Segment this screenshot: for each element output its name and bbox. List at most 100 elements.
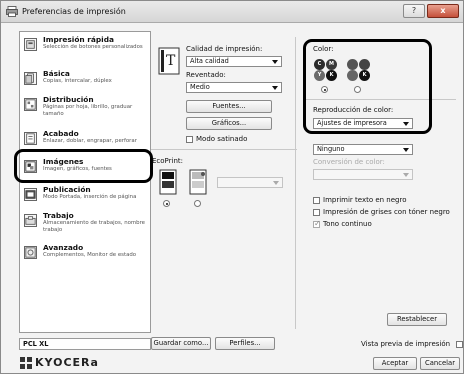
advanced-icon (24, 246, 37, 259)
title-bar: Preferencias de impresión ? x (1, 1, 463, 23)
sidebar-item-finishing[interactable]: Acabado Enlazar, doblar, engrapar, perfo… (20, 128, 150, 156)
mono-circle-3-icon (347, 70, 358, 81)
sidebar-item-title: Distribución (43, 95, 94, 104)
reproduction-value: Ajustes de impresora (317, 119, 387, 127)
mono-radio[interactable] (354, 86, 361, 93)
reset-button[interactable]: Restablecer (387, 313, 447, 326)
chevron-down-icon (403, 122, 409, 126)
sidebar-item-title: Impresión rápida (43, 35, 114, 44)
close-button[interactable]: x (427, 4, 459, 18)
yellow-circle-icon: Y (314, 70, 325, 81)
help-button[interactable]: ? (403, 4, 425, 18)
black-circle-icon: K (326, 70, 337, 81)
window-title: Preferencias de impresión (22, 7, 126, 16)
conversion-label: Conversión de color: (313, 158, 385, 166)
sidebar-item-desc: Almacenamiento de trabajos, nombre traba… (43, 220, 145, 233)
gray-toner-checkbox[interactable] (313, 209, 320, 216)
sidebar-item-layout[interactable]: Distribución Páginas por hoja, librillo,… (20, 94, 150, 122)
finishing-icon (24, 132, 37, 145)
sidebar-item-job[interactable]: Trabajo Almacenamiento de trabajos, nomb… (20, 210, 150, 238)
mono-circle-2-icon (359, 59, 370, 70)
basic-icon (24, 72, 37, 85)
save-as-button[interactable]: Guardar como... (151, 337, 211, 350)
svg-text:T: T (166, 53, 176, 69)
accept-button[interactable]: Aceptar (373, 357, 417, 370)
column-divider (295, 37, 296, 329)
color-radio[interactable] (321, 86, 328, 93)
pdl-indicator: PCL XL (19, 338, 151, 350)
none-select[interactable]: Ninguno (313, 144, 413, 155)
cyan-circle-icon: C (314, 59, 325, 70)
sidebar-item-title: Básica (43, 69, 70, 78)
sidebar-item-desc: Selección de botones personalizados (43, 44, 143, 50)
sidebar-item-desc: Imagen, gráficos, fuentes (43, 166, 112, 172)
imaging-icon (24, 160, 37, 173)
gray-toner-label: Impresión de grises con tóner negro (323, 208, 450, 216)
kyocera-logo-icon (20, 357, 32, 369)
profiles-button[interactable]: Perfiles... (215, 337, 275, 350)
print-black-checkbox[interactable] (313, 197, 320, 204)
sidebar-item-title: Acabado (43, 129, 79, 138)
mono-black-circle-icon: K (359, 70, 370, 81)
sidebar-item-title: Avanzado (43, 243, 84, 252)
quality-preview-icon: T (158, 47, 180, 75)
sidebar-item-desc: Páginas por hoja, librillo, graduar tama… (43, 104, 133, 117)
ecoprint-select[interactable] (217, 177, 283, 188)
publishing-icon (24, 188, 37, 201)
sidebar-item-title: Imágenes (43, 157, 84, 166)
ecoprint-label: EcoPrint: (152, 157, 184, 165)
halftone-label: Reventado: (186, 71, 226, 79)
sidebar-item-imaging[interactable]: Imágenes Imagen, gráficos, fuentes (20, 156, 150, 184)
color-divider (306, 99, 456, 100)
reproduction-label: Reproducción de color: (313, 106, 394, 114)
preview-label: Vista previa de impresión (361, 340, 451, 348)
cancel-button[interactable]: Cancelar (420, 357, 460, 370)
continuous-tone-checkbox[interactable]: ✓ (313, 219, 321, 228)
chevron-down-icon (403, 173, 409, 177)
none-value: Ninguno (317, 145, 345, 153)
magenta-circle-icon: M (326, 59, 337, 70)
sidebar-item-basic[interactable]: Básica Copias, intercalar, dúplex (20, 68, 150, 96)
chevron-down-icon (403, 148, 409, 152)
sidebar-item-publishing[interactable]: Publicación Modo Portada, inserción de p… (20, 184, 150, 212)
chevron-down-icon (273, 181, 279, 185)
preview-checkbox[interactable] (456, 341, 463, 348)
chevron-down-icon (272, 86, 278, 90)
sidebar-item-desc: Complementos, Monitor de estado (43, 252, 137, 258)
sidebar-item-desc: Copias, intercalar, dúplex (43, 78, 112, 84)
sidebar-item-advanced[interactable]: Avanzado Complementos, Monitor de estado (20, 242, 150, 270)
print-preferences-window: Preferencias de impresión ? x Impresión … (0, 0, 464, 374)
section-divider (151, 149, 297, 150)
sidebar-item-desc: Modo Portada, inserción de página (43, 194, 137, 200)
job-icon (24, 214, 37, 227)
conversion-select[interactable] (313, 169, 413, 180)
fonts-button[interactable]: Fuentes... (186, 100, 272, 113)
satin-label: Modo satinado (196, 135, 248, 143)
printer-icon (6, 6, 18, 17)
sidebar-item-quick-print[interactable]: Impresión rápida Selección de botones pe… (20, 34, 150, 62)
satin-checkbox[interactable] (186, 136, 193, 143)
quick-print-icon (24, 38, 37, 51)
quality-value: Alta calidad (190, 57, 229, 65)
layout-icon (24, 98, 37, 111)
quality-select[interactable]: Alta calidad (186, 56, 282, 67)
check-icon: ✓ (314, 219, 321, 228)
chevron-down-icon (272, 60, 278, 64)
kyocera-logo-text: KYOCERa (35, 356, 99, 369)
reproduction-select[interactable]: Ajustes de impresora (313, 118, 413, 129)
sidebar-item-desc: Enlazar, doblar, engrapar, perforar (43, 138, 137, 144)
sidebar-item-title: Publicación (43, 185, 91, 194)
sidebar: Impresión rápida Selección de botones pe… (19, 31, 151, 333)
halftone-value: Medio (190, 83, 210, 91)
quality-label: Calidad de impresión: (186, 45, 263, 53)
print-black-label: Imprimir texto en negro (323, 196, 407, 204)
continuous-tone-label: Tono continuo (323, 220, 372, 228)
ecoprint-off-icon (159, 169, 177, 195)
ecoprint-on-icon (189, 169, 207, 195)
ecoprint-on-radio[interactable] (194, 200, 201, 207)
ecoprint-off-radio[interactable] (163, 200, 170, 207)
halftone-select[interactable]: Medio (186, 82, 282, 93)
graphics-button[interactable]: Gráficos... (186, 117, 272, 130)
color-label: Color: (313, 45, 334, 53)
sidebar-item-title: Trabajo (43, 211, 74, 220)
